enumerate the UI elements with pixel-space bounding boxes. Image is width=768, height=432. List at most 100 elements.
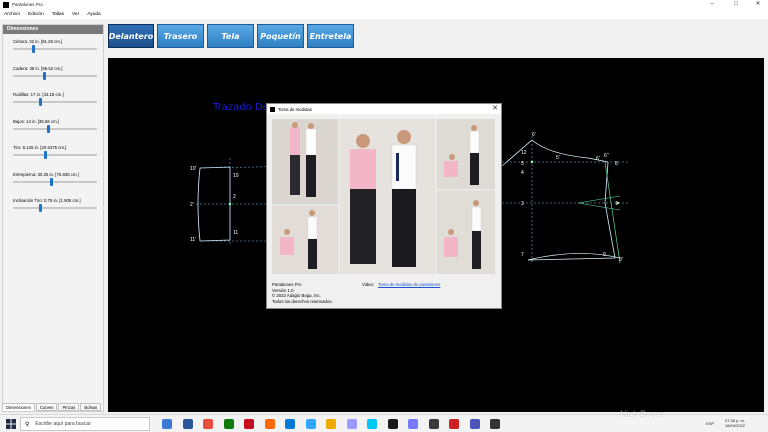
slider-label: Cintura: 32 in. [81.28 cm.] [13,39,63,44]
label-6p-right: 6' [596,156,600,162]
taskbar-app-icon[interactable] [182,419,193,429]
taskbar-app-icon[interactable] [469,419,480,429]
taskbar-app-icon[interactable] [387,419,398,429]
dimensions-panel: Dimensiones Cintura: 32 in. [81.28 cm.] C… [2,24,104,412]
tab-dimensiones[interactable]: Dimensiones [2,403,35,411]
label-4: 4 [521,170,524,176]
dialog-close-button[interactable]: ✕ [492,104,498,114]
point-2 [228,202,232,206]
label-11: 11 [233,230,238,236]
label-2p: 2' [190,202,194,208]
slider-thumb[interactable] [43,71,47,80]
slider-track[interactable] [13,45,97,53]
slider-label: Inclinación Tiro: 0.75 in. [1.905 cm.] [13,198,81,203]
taskbar-app-icon[interactable] [244,419,254,429]
taskbar-search[interactable]: ⚲ Escribe aquí para buscar [20,417,150,431]
slider-thumb[interactable] [46,124,50,133]
video-row: Video: Toma de medidas de pantalones [362,282,440,287]
tab-poquetin[interactable]: Poquetín [257,24,304,48]
window-title: Pantalones Pro [12,2,43,7]
taskbar-app-icon[interactable] [490,419,500,429]
label-2: 2 [233,194,236,200]
label-10p: 10' [190,166,197,172]
tab-curves[interactable]: Curves [35,403,58,411]
label-5: 5 [521,161,524,167]
taskbar-app-icon[interactable] [326,419,336,429]
point-5 [530,160,534,164]
taskbar-app-icon[interactable] [449,419,459,429]
tab-tela[interactable]: Tela [207,24,254,48]
taskbar-app-icon[interactable] [305,419,316,429]
label-1: 1 [615,201,618,207]
taskbar-app-icon[interactable] [223,419,234,429]
slider-track[interactable] [13,98,97,106]
photo-top-right [437,119,495,189]
photo-bottom-right [437,191,495,274]
taskbar-app-icon[interactable] [346,419,357,429]
slider-label: Entrepierna: 30.25 in. [76.835 cm.] [13,171,79,177]
slider-track[interactable] [13,71,97,80]
taskbar-app-icon[interactable] [367,419,377,429]
title-bar: Pantalones Pro – □ ✕ [0,0,768,9]
search-placeholder: Escribe aquí para buscar [35,421,91,427]
slider-thumb[interactable] [39,98,43,106]
menu-bar: Archivo Edición Tallas Ver Ayuda [0,9,768,19]
tab-trasero[interactable]: Trasero [157,24,204,48]
left-panel-tabs: Dimensiones Curves Pinzas Bolsas [2,403,102,411]
tab-entretela[interactable]: Entretela [307,24,354,48]
clock-date: 16/04/2022 [724,423,746,428]
language-indicator[interactable]: ESP [706,421,714,426]
watermark: Nick Boyer [620,409,664,419]
close-button[interactable]: ✕ [748,0,768,9]
taskbar-app-icon[interactable] [428,419,439,429]
pattern-tabs: Delantero Trasero Tela Poquetín Entretel… [108,24,357,48]
slider-track[interactable] [13,204,97,212]
taskbar-app-icon[interactable] [264,419,275,429]
slider-thumb[interactable] [31,45,35,53]
tab-pinzas[interactable]: Pinzas [58,403,80,411]
app-icon [3,1,9,8]
menu-edicion[interactable]: Edición [28,12,44,17]
menu-tallas[interactable]: Tallas [52,12,64,17]
dart-line-1 [577,195,621,204]
slider-track[interactable] [13,151,97,159]
video-label: Video: [362,282,375,287]
taskbar-app-icon[interactable] [285,419,295,429]
label-9: 9 [603,252,606,258]
dialog-title: Toma de medidas [278,106,312,112]
label-6p: 6' [532,132,536,138]
about-info: Pantalones Pro Versión 1.0 © 2022 Adagio… [272,282,333,304]
maximize-button[interactable]: □ [726,0,746,9]
slider-label: Rodillas: 17 in. [43.18 cm.] [13,92,64,97]
taskbar-app-icon[interactable] [162,419,172,429]
label-5p: 5' [556,155,560,161]
label-7: 7 [521,252,524,258]
dialog-title-bar: Toma de medidas ✕ [267,104,501,114]
label-8: 8 [615,161,618,167]
panel-header: Dimensiones [3,25,103,34]
menu-ayuda[interactable]: Ayuda [87,12,101,17]
slider-thumb[interactable] [39,204,43,212]
label-12: 12 [521,150,527,156]
slider-thumb[interactable] [44,151,48,159]
slider-track[interactable] [13,177,97,186]
label-11p: 11' [190,237,196,243]
minimize-button[interactable]: – [702,0,722,9]
taskbar-app-icon[interactable] [408,419,418,429]
menu-archivo[interactable]: Archivo [4,12,20,17]
video-link[interactable]: Toma de medidas de pantalones [378,282,440,287]
photo-collage [272,119,495,274]
windows-start-icon[interactable] [6,419,16,429]
tab-delantero[interactable]: Delantero [108,24,154,48]
measurement-photos [272,119,495,274]
label-9p: 9' [619,257,623,263]
label-6pp: 6'' [604,153,609,159]
slider-thumb[interactable] [50,177,54,186]
menu-ver[interactable]: Ver [72,12,79,17]
tab-bolsas[interactable]: Bolsas [80,403,102,411]
side-seam-line [604,161,621,264]
taskbar-app-icon[interactable] [203,419,213,429]
search-icon: ⚲ [25,421,30,428]
clock[interactable]: 07:38 p. m. 16/04/2022 [720,418,750,428]
slider-track[interactable] [13,124,97,133]
